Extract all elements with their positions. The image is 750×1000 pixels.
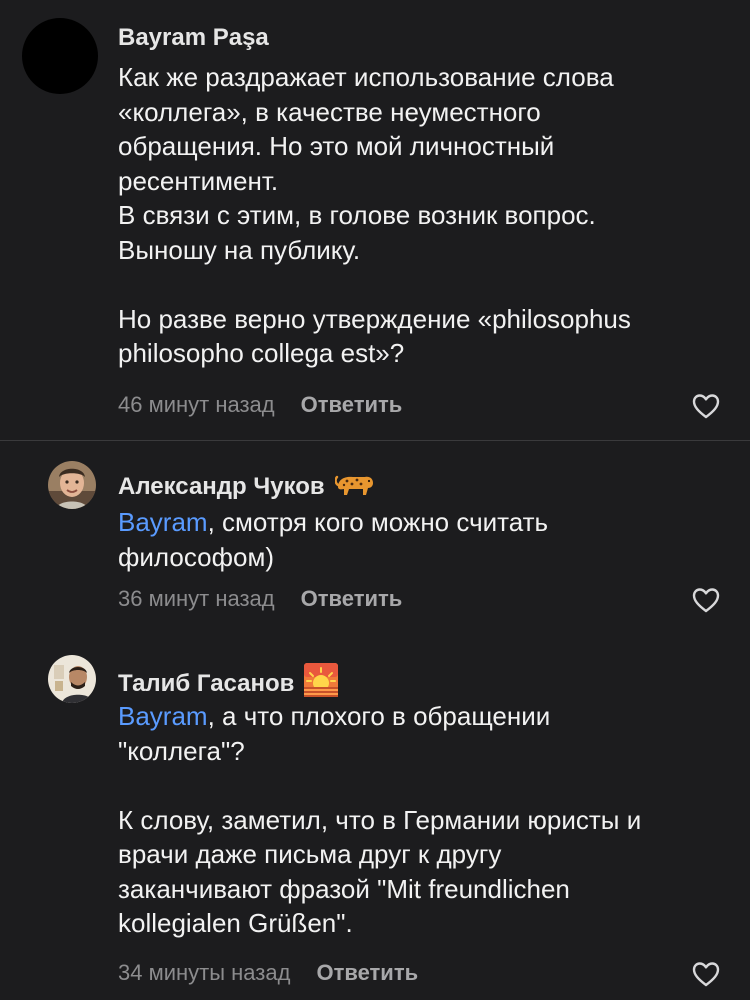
avatar[interactable] <box>22 18 98 94</box>
comment-line: Выношу на публику. <box>118 234 361 265</box>
comment-line: философом) <box>118 541 274 572</box>
author-name[interactable]: Bayram Paşa <box>118 24 269 52</box>
comment-line: Но разве верно утверждение «philosophus <box>118 303 631 334</box>
reply-button[interactable]: Ответить <box>316 960 418 986</box>
comment-aleksandr-chukov: Александр Чуков Bayram, смотря кого можн… <box>0 461 750 631</box>
comment-line-text: , а что плохого в обращении <box>207 701 551 731</box>
comment-author[interactable]: Александр Чуков <box>118 469 375 504</box>
comment-line: В связи с этим, в голове возник вопрос. <box>118 200 596 230</box>
comment-line: philosopho collega est»? <box>118 338 405 368</box>
comment-line: kollegialen Grüßen". <box>118 908 353 938</box>
comment-timestamp: 46 минут назад <box>118 392 275 417</box>
comment-meta: 46 минут назад Ответить <box>118 392 402 418</box>
comment-text: Как же раздражает использование слова «к… <box>118 60 728 371</box>
leopard-emoji-icon <box>334 469 375 504</box>
comment-line: К слову, заметил, что в Германии юристы … <box>118 804 642 835</box>
comment-text: Bayram, смотря кого можно считать филосо… <box>118 505 728 574</box>
comment-line: Как же раздражает использование слова <box>118 62 614 92</box>
mention-link[interactable]: Bayram <box>118 507 208 537</box>
comment-line: обращения. Но это мой личностный <box>118 131 555 161</box>
comment-line: врачи даже письма друг к другу <box>118 839 502 869</box>
avatar-photo <box>48 655 96 703</box>
comment-meta: 36 минут назад Ответить <box>118 586 402 612</box>
avatar[interactable] <box>48 461 96 509</box>
heart-outline-icon[interactable] <box>692 393 720 419</box>
heart-outline-icon[interactable] <box>692 961 720 987</box>
mention-link[interactable]: Bayram <box>118 701 208 731</box>
author-name[interactable]: Талиб Гасанов <box>118 670 294 698</box>
reply-button[interactable]: Ответить <box>301 586 403 612</box>
comment-meta: 34 минуты назад Ответить <box>118 960 418 986</box>
comment-line: Bayram, а что плохого в обращении <box>118 699 728 734</box>
comment-timestamp: 34 минуты назад <box>118 960 291 985</box>
sunrise-emoji-icon <box>304 663 339 704</box>
comment-line: Bayram, смотря кого можно считать <box>118 505 728 540</box>
author-name[interactable]: Александр Чуков <box>118 473 325 501</box>
comment-author[interactable]: Талиб Гасанов <box>118 663 339 704</box>
comment-line: ресентимент. <box>118 165 279 196</box>
divider <box>0 440 750 441</box>
comment-line-text: , смотря кого можно считать <box>207 507 549 537</box>
comment-author[interactable]: Bayram Paşa <box>118 24 269 52</box>
comment-text: Bayram, а что плохого в обращении "колле… <box>118 699 728 941</box>
comment-bayram-pasa: Bayram Paşa Как же раздражает использова… <box>0 0 750 440</box>
comment-line: заканчивают фразой "Mit freundlichen <box>118 873 570 904</box>
avatar-photo <box>48 461 96 509</box>
reply-button[interactable]: Ответить <box>301 392 403 418</box>
comment-timestamp: 36 минут назад <box>118 586 275 611</box>
comment-line: "коллега"? <box>118 735 245 766</box>
comment-line: «коллега», в качестве неуместного <box>118 96 541 127</box>
comment-talib-gasanov: Талиб Гасанов Bayram, а что плохого в об… <box>0 655 750 1000</box>
avatar[interactable] <box>48 655 96 703</box>
heart-outline-icon[interactable] <box>692 587 720 613</box>
